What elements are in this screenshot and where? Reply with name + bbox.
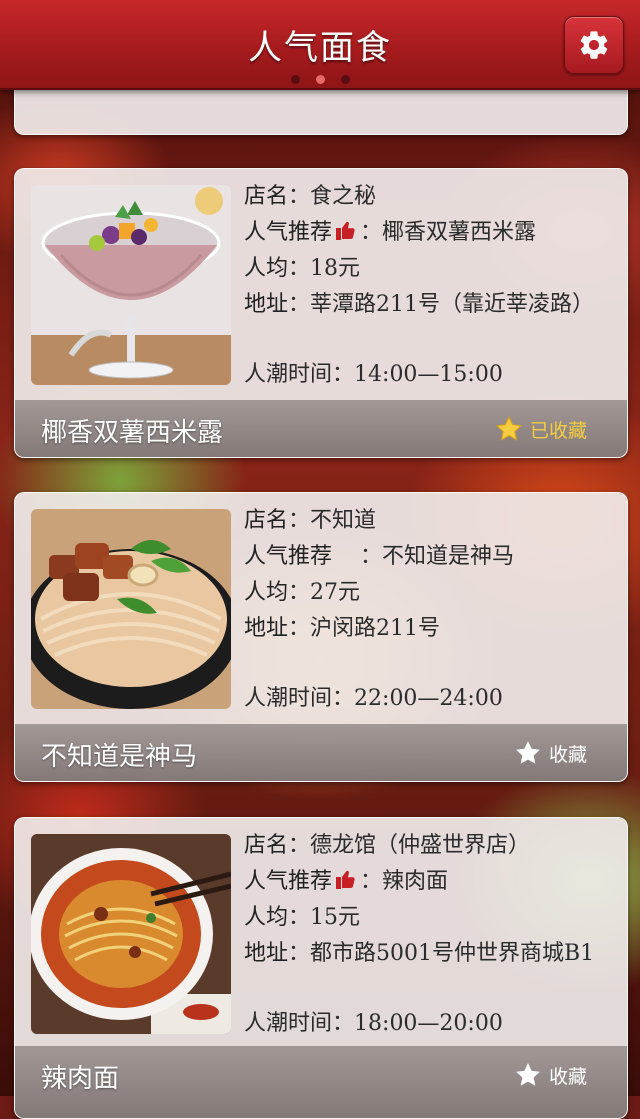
list-item[interactable]: 店名：食之秘 人气推荐 ：椰香双薯西米露 人均：18元 地址：莘潭路211号（靠近… — [14, 168, 628, 458]
gear-icon — [580, 31, 608, 59]
avg-label: 人均 — [244, 580, 289, 605]
page-dot[interactable] — [340, 75, 350, 84]
thumbs-up-icon — [336, 221, 355, 240]
thumbs-up-icon — [336, 870, 355, 889]
card-footer: 椰香双薯西米露 已收藏 — [15, 400, 627, 457]
page-indicator — [0, 69, 640, 88]
peak-time: 人潮时间：18:00—20:00 — [244, 1011, 503, 1036]
page-dot-active[interactable] — [315, 75, 325, 84]
dessert-photo — [31, 185, 231, 385]
shop-label: 店名 — [244, 184, 289, 209]
recommend-label: 人气推荐 — [244, 544, 333, 569]
time-label: 人潮时间 — [244, 1011, 333, 1036]
recommend-dish: 辣肉面 — [382, 869, 449, 894]
shop-label: 店名 — [244, 508, 289, 533]
shop-label: 店名 — [244, 833, 289, 858]
star-filled-icon — [495, 415, 522, 441]
recommend-dish: 椰香双薯西米露 — [382, 220, 537, 245]
avg-price: 15元 — [310, 905, 361, 930]
peak-time: 人潮时间：14:00—15:00 — [244, 362, 503, 387]
list-item[interactable]: 店名：不知道 人气推荐 ：不知道是神马 人均：27元 地址：沪闵路211号 人潮… — [14, 492, 628, 782]
avg-label: 人均 — [244, 905, 289, 930]
time-value: 14:00—15:00 — [354, 362, 503, 387]
peak-time: 人潮时间：22:00—24:00 — [244, 686, 503, 711]
shop-name: 不知道 — [310, 508, 377, 533]
list-item[interactable]: 店名：德龙馆（仲盛世界店） 人气推荐 ：辣肉面 人均：15元 地址：都市路5001… — [14, 817, 628, 1119]
shop-name: 食之秘 — [310, 184, 377, 209]
time-label: 人潮时间 — [244, 686, 333, 711]
star-icon — [516, 741, 540, 764]
address-label: 地址 — [244, 941, 289, 966]
address-label: 地址 — [244, 292, 289, 317]
dish-name: 椰香双薯西米露 — [41, 418, 224, 448]
address: 都市路5001号仲世界商城B1 — [310, 941, 595, 966]
time-value: 22:00—24:00 — [354, 686, 503, 711]
card-footer: 不知道是神马 收藏 — [15, 724, 627, 781]
star-icon — [516, 1063, 540, 1086]
dish-name: 不知道是神马 — [41, 742, 198, 772]
time-label: 人潮时间 — [244, 362, 333, 387]
shop-info: 店名：德龙馆（仲盛世界店） 人气推荐 ：辣肉面 人均：15元 地址：都市路5001… — [244, 833, 595, 966]
spicy-noodle-photo — [31, 834, 231, 1034]
top-bar: 人气面食 — [0, 0, 640, 90]
address: 沪闵路211号 — [310, 616, 441, 641]
favorite-label: 收藏 — [548, 1065, 587, 1088]
favorite-label: 已收藏 — [529, 419, 587, 442]
favorite-label: 收藏 — [548, 743, 587, 766]
shop-info: 店名：食之秘 人气推荐 ：椰香双薯西米露 人均：18元 地址：莘潭路211号（靠近… — [244, 184, 595, 317]
recommend-label: 人气推荐 — [244, 220, 333, 245]
recommend-label: 人气推荐 — [244, 869, 333, 894]
favorite-button[interactable]: 收藏 — [513, 1060, 587, 1090]
address: 莘潭路211号（靠近莘凌路） — [310, 292, 595, 317]
shop-info: 店名：不知道 人气推荐 ：不知道是神马 人均：27元 地址：沪闵路211号 — [244, 508, 515, 641]
dish-name: 辣肉面 — [41, 1064, 120, 1094]
favorite-button[interactable]: 已收藏 — [494, 414, 587, 444]
recommend-dish: 不知道是神马 — [382, 544, 515, 569]
page-dot[interactable] — [290, 75, 300, 84]
avg-price: 18元 — [310, 256, 361, 281]
address-label: 地址 — [244, 616, 289, 641]
favorite-button[interactable]: 收藏 — [513, 738, 587, 768]
page-title: 人气面食 — [248, 28, 392, 68]
avg-label: 人均 — [244, 256, 289, 281]
beef-noodle-photo — [31, 509, 231, 709]
settings-button[interactable] — [564, 16, 624, 74]
avg-price: 27元 — [310, 580, 361, 605]
card-footer: 辣肉面 收藏 — [15, 1046, 627, 1118]
time-value: 18:00—20:00 — [354, 1011, 503, 1036]
shop-name: 德龙馆（仲盛世界店） — [310, 833, 531, 858]
